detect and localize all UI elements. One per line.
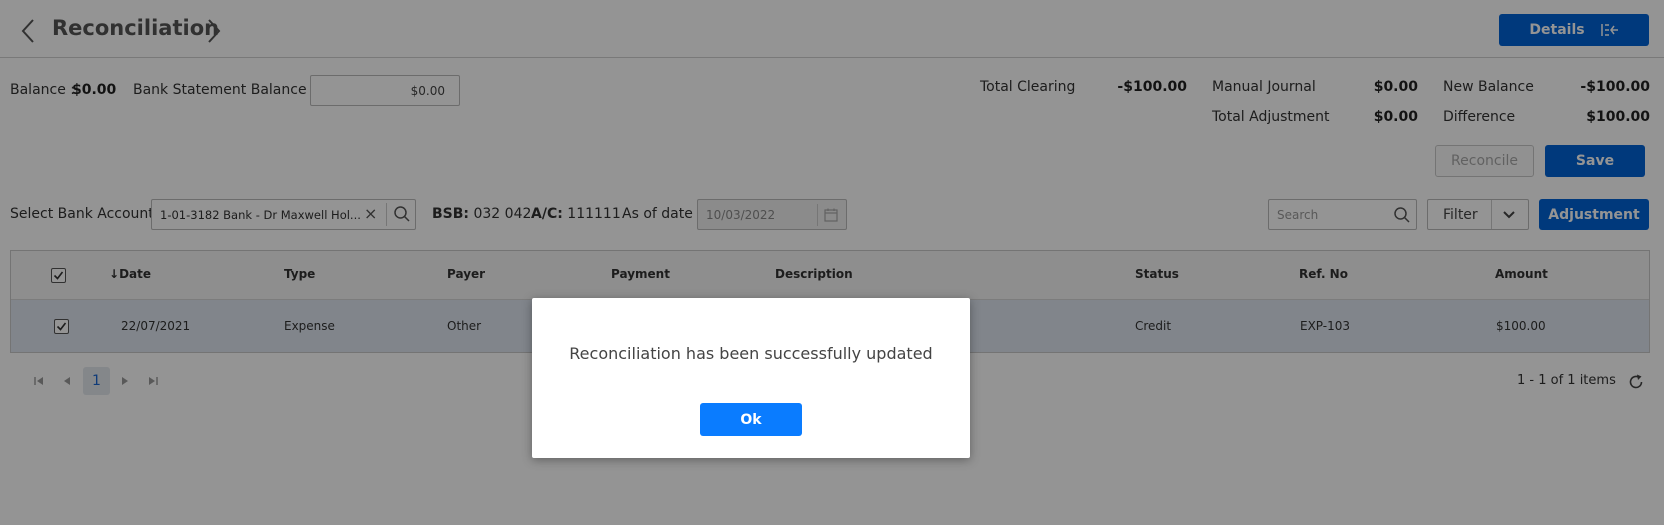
dialog-message: Reconciliation has been successfully upd…: [569, 344, 933, 363]
reconciliation-page: Reconciliation Details Balance : $0.00 B…: [0, 0, 1664, 525]
ok-button[interactable]: Ok: [700, 403, 802, 436]
success-dialog: Reconciliation has been successfully upd…: [532, 298, 970, 458]
